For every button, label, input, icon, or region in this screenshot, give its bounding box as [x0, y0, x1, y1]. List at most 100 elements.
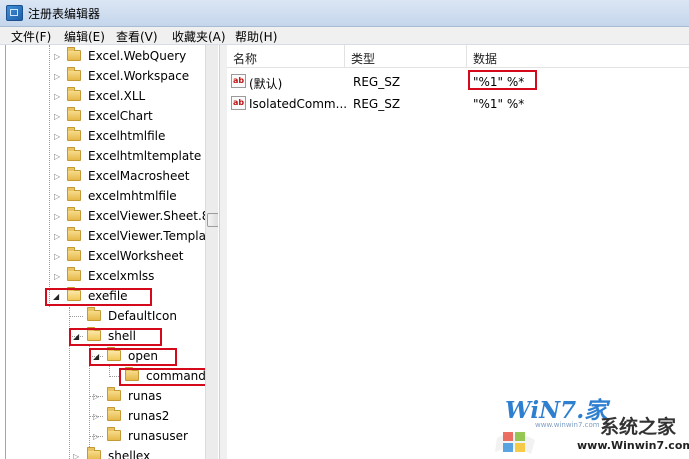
folder-icon [107, 427, 121, 441]
folder-icon [67, 227, 81, 241]
folder-icon [67, 247, 81, 261]
ab-string-icon: ab [231, 74, 246, 88]
scrollbar-thumb[interactable] [207, 213, 218, 227]
expand-arrow-icon[interactable]: ▷ [54, 253, 60, 261]
highlight-box-command [119, 368, 214, 386]
tree-item[interactable]: ▷ Excelhtmltemplate [6, 147, 205, 167]
tree-item[interactable]: DefaultIcon [6, 307, 205, 327]
tree-item[interactable]: ▷ Excel.Workspace [6, 67, 205, 87]
tree-item-label: Excelhtmlfile [88, 129, 166, 143]
tree-item-label: ExcelViewer.Sheet.8 [88, 209, 210, 223]
expand-arrow-icon[interactable]: ▷ [54, 153, 60, 161]
tree-item-label: ExcelWorksheet [88, 249, 184, 263]
registry-key-tree[interactable]: ▷ Excel.WebQuery ▷ Excel.Workspace ▷ Exc… [5, 45, 218, 459]
tree-item-label: shellex [108, 449, 151, 459]
value-name: (默认) [249, 77, 283, 91]
expand-arrow-icon[interactable]: ▷ [54, 53, 60, 61]
column-header-type[interactable]: 类型 [345, 45, 467, 67]
expand-arrow-icon[interactable]: ▷ [54, 213, 60, 221]
expand-arrow-icon[interactable]: ▷ [54, 173, 60, 181]
tree-item[interactable]: ▷ ExcelChart [6, 107, 205, 127]
folder-icon [107, 387, 121, 401]
tree-item[interactable]: ▷ runasuser [6, 427, 205, 447]
tree-item[interactable]: ▷ Excel.XLL [6, 87, 205, 107]
folder-icon [67, 147, 81, 161]
ab-string-icon: ab [231, 96, 246, 110]
expand-arrow-icon[interactable]: ▷ [54, 93, 60, 101]
tree-item[interactable]: ▷ shellex [6, 447, 205, 459]
menu-edit[interactable]: 编辑(E) [64, 28, 105, 45]
expand-arrow-icon[interactable]: ▷ [54, 273, 60, 281]
watermark-url: www.Winwin7.com [577, 439, 689, 452]
value-type: REG_SZ [353, 75, 401, 89]
header-divider [227, 67, 689, 68]
value-type: REG_SZ [353, 97, 401, 111]
expand-arrow-icon[interactable]: ▷ [73, 453, 79, 459]
tree-item-label: Excelxmlss [88, 269, 155, 283]
tree-item-label: Excel.XLL [88, 89, 146, 103]
tree-item-label: excelmhtmlfile [88, 189, 177, 203]
tree-item[interactable]: ▷ ExcelViewer.Templa [6, 227, 206, 247]
tree-item[interactable]: ▷ ExcelWorksheet [6, 247, 205, 267]
highlight-box-shell [69, 328, 162, 346]
value-row-default[interactable]: ab (默认) REG_SZ "%1" %* [227, 70, 689, 91]
registry-editor-icon [6, 5, 23, 21]
tree-item[interactable]: ▷ Excelhtmlfile [6, 127, 205, 147]
expand-arrow-icon[interactable]: ▷ [54, 113, 60, 121]
folder-icon [87, 447, 101, 459]
tree-item-label: DefaultIcon [108, 309, 177, 323]
tree-item[interactable]: ▷ ExcelMacrosheet [6, 167, 205, 187]
tree-item-label: Excelhtmltemplate [88, 149, 202, 163]
folder-icon [67, 87, 81, 101]
highlight-box-exefile [45, 288, 152, 306]
expand-arrow-icon[interactable]: ▷ [54, 73, 60, 81]
folder-icon [67, 267, 81, 281]
folder-icon [67, 207, 81, 221]
tree-item[interactable]: ▷ Excelxmlss [6, 267, 205, 287]
tree-scrollbar[interactable] [205, 45, 218, 459]
menu-file[interactable]: 文件(F) [11, 28, 51, 45]
menu-view[interactable]: 查看(V) [116, 28, 158, 45]
tree-item-label: runas [128, 389, 162, 403]
menu-help[interactable]: 帮助(H) [235, 28, 277, 45]
tree-item[interactable]: ▷ Excel.WebQuery [6, 47, 205, 67]
menu-favorites[interactable]: 收藏夹(A) [172, 28, 226, 45]
watermark-site-name: 系统之家 [600, 416, 677, 438]
folder-icon [67, 67, 81, 81]
value-name: IsolatedComm... [249, 97, 348, 111]
expand-arrow-icon[interactable]: ▷ [54, 193, 60, 201]
folder-icon [67, 167, 81, 181]
menu-bar: 文件(F) 编辑(E) 查看(V) 收藏夹(A) 帮助(H) [0, 27, 689, 45]
folder-icon [67, 187, 81, 201]
expand-arrow-icon[interactable]: ▷ [93, 433, 99, 441]
watermark-brand: WiN7.家 [505, 397, 608, 424]
value-data: "%1" %* [473, 97, 525, 111]
tree-item-label: Excel.Workspace [88, 69, 190, 83]
folder-icon [67, 47, 81, 61]
tree-item[interactable]: ▷ runas [6, 387, 205, 407]
folder-icon [107, 407, 121, 421]
tree-item-label: runasuser [128, 429, 188, 443]
folder-icon [67, 127, 81, 141]
window-title: 注册表编辑器 [28, 7, 101, 21]
tree-item-label: ExcelViewer.Templa [88, 229, 206, 243]
expand-arrow-icon[interactable]: ▷ [54, 133, 60, 141]
tree-item-label: ExcelChart [88, 109, 153, 123]
tree-item-label: runas2 [128, 409, 170, 423]
column-header-data[interactable]: 数据 [467, 45, 689, 67]
title-bar: 注册表编辑器 [0, 0, 689, 27]
watermark-small-url: www.winwin7.com [535, 421, 600, 429]
column-header-name[interactable]: 名称 [227, 45, 345, 67]
highlight-box-open [89, 348, 177, 366]
value-row-isolatedcommand[interactable]: ab IsolatedComm... REG_SZ "%1" %* [227, 92, 689, 112]
tree-item[interactable]: ▷ excelmhtmlfile [6, 187, 205, 207]
expand-arrow-icon[interactable]: ▷ [93, 393, 99, 401]
tree-item[interactable]: ▷ ExcelViewer.Sheet.8 [6, 207, 209, 227]
expand-arrow-icon[interactable]: ▷ [54, 233, 60, 241]
tree-item-label: ExcelMacrosheet [88, 169, 190, 183]
folder-icon [87, 307, 101, 321]
highlight-box-data [468, 70, 537, 90]
folder-icon [67, 107, 81, 121]
expand-arrow-icon[interactable]: ▷ [93, 413, 99, 421]
tree-item[interactable]: ▷ runas2 [6, 407, 205, 427]
